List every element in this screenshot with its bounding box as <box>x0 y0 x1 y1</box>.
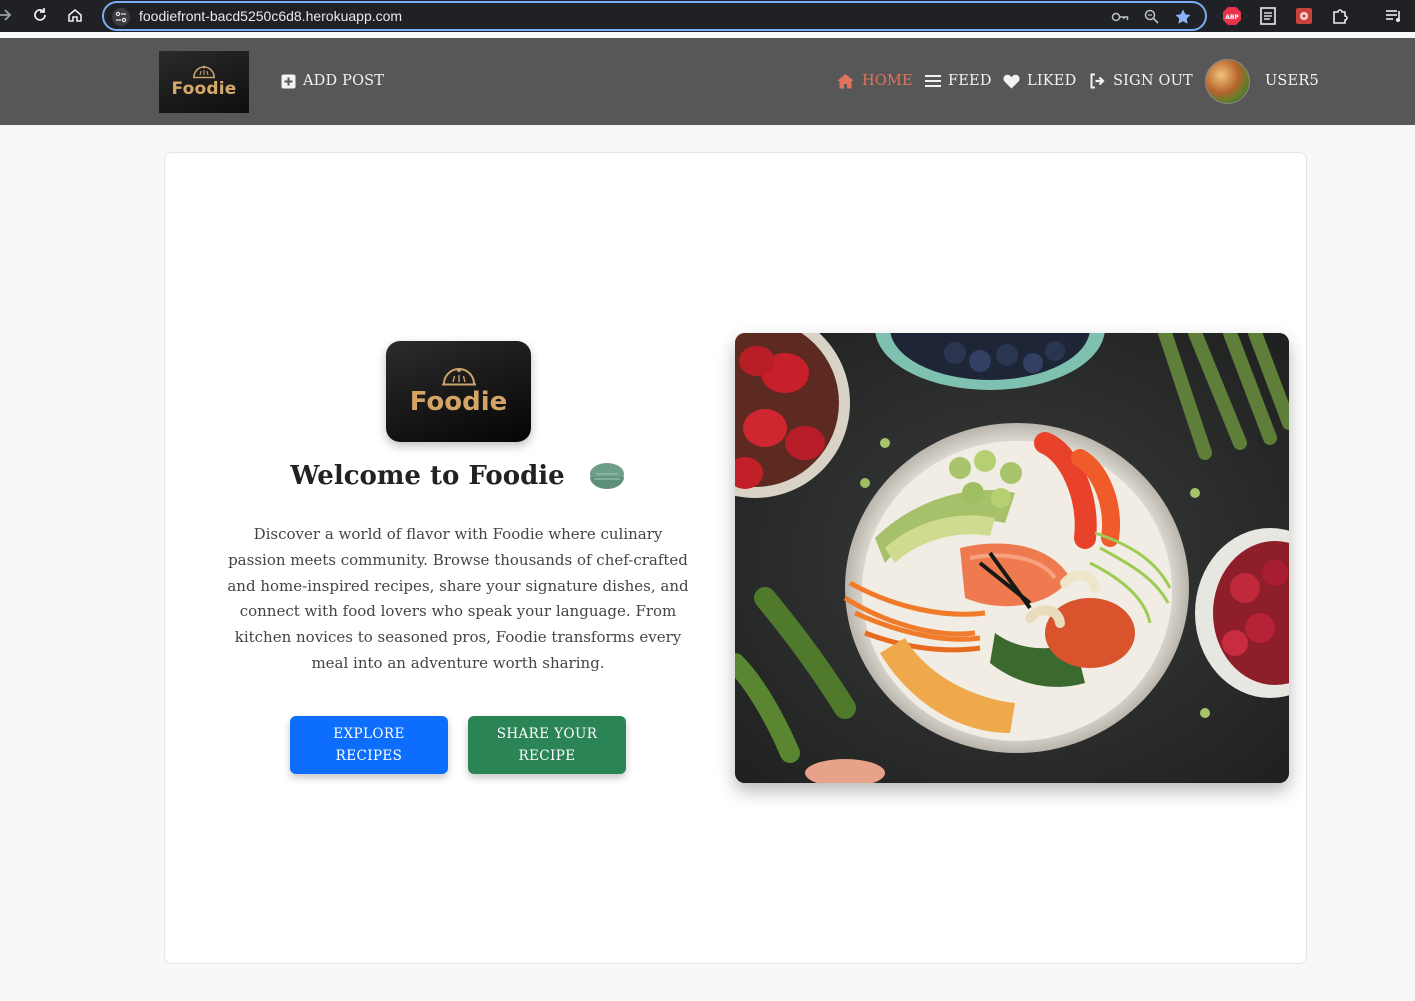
back-icon[interactable] <box>0 4 16 26</box>
explore-recipes-label: EXPLORE RECIPES <box>333 726 405 764</box>
key-icon[interactable] <box>1110 8 1129 26</box>
hero-logo-text: Foodie <box>409 386 508 417</box>
browser-toolbar: foodiefront-bacd5250c6d8.herokuapp.com A… <box>0 0 1415 32</box>
reader-icon[interactable] <box>1258 6 1278 26</box>
zoom-icon[interactable] <box>1143 8 1161 26</box>
nav-user[interactable]: USER5 <box>1265 71 1319 91</box>
hero-logo: Foodie <box>386 341 531 442</box>
user-avatar[interactable] <box>1205 59 1250 104</box>
sign-out-icon <box>1090 73 1105 89</box>
add-post-label: ADD POST <box>303 73 385 89</box>
hero-title: Welcome to Foodie <box>290 461 565 491</box>
home-icon[interactable] <box>64 4 86 26</box>
address-bar[interactable]: foodiefront-bacd5250c6d8.herokuapp.com <box>102 1 1207 31</box>
cloche-icon <box>441 367 476 385</box>
explore-recipes-button[interactable]: EXPLORE RECIPES <box>290 716 448 774</box>
menu-icon <box>925 75 941 87</box>
hero-card: Foodie Welcome to Foodie Discover a worl… <box>164 152 1307 964</box>
extension-icon[interactable] <box>1294 6 1314 26</box>
header-logo-text: Foodie <box>171 79 237 99</box>
nav-feed[interactable]: FEED <box>925 71 992 91</box>
home-icon <box>837 74 854 89</box>
adblock-icon[interactable]: ABP <box>1222 6 1242 26</box>
nav-sign-out-label: SIGN OUT <box>1113 73 1193 89</box>
nav-sign-out[interactable]: SIGN OUT <box>1089 71 1193 91</box>
nav-home-label: HOME <box>862 73 913 89</box>
food-bowl-image <box>735 333 1289 783</box>
site-settings-icon[interactable] <box>112 8 130 26</box>
heart-icon <box>1003 74 1020 88</box>
cloche-icon <box>193 65 215 79</box>
nav-home[interactable]: HOME <box>836 71 913 91</box>
plus-square-icon <box>281 74 296 88</box>
app-navbar: Foodie ADD POST HOME FEED LIKED SIGN OUT… <box>0 38 1415 125</box>
share-recipe-label: SHARE YOUR RECIPE <box>496 726 598 764</box>
username-label: USER5 <box>1265 73 1319 89</box>
nav-feed-label: FEED <box>948 73 992 89</box>
puzzle-icon[interactable] <box>1330 6 1350 26</box>
hero-title-row: Welcome to Foodie <box>225 461 691 493</box>
nav-liked-label: LIKED <box>1027 73 1077 89</box>
nav-liked[interactable]: LIKED <box>1003 71 1076 91</box>
star-icon[interactable] <box>1174 8 1192 26</box>
reload-icon[interactable] <box>29 4 51 26</box>
header-logo[interactable]: Foodie <box>159 51 249 113</box>
share-recipe-button[interactable]: SHARE YOUR RECIPE <box>468 716 626 774</box>
url-text[interactable]: foodiefront-bacd5250c6d8.herokuapp.com <box>139 8 402 24</box>
bowl-icon <box>589 463 624 489</box>
svg-text:ABP: ABP <box>1225 14 1239 21</box>
hero-description: Discover a world of flavor with Foodie w… <box>227 525 689 672</box>
add-post-link[interactable]: ADD POST <box>281 71 384 91</box>
media-icon[interactable] <box>1384 6 1404 26</box>
